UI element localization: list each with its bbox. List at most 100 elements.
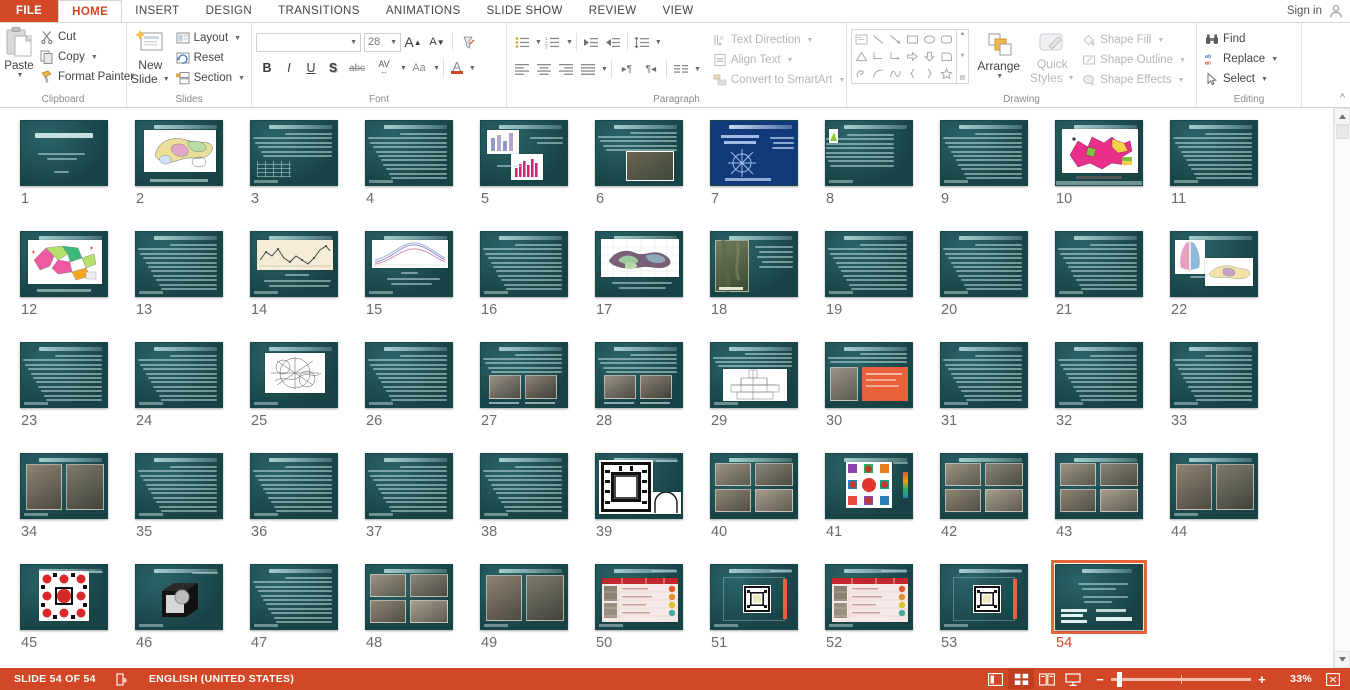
slide-thumbnail-26[interactable]: 26 <box>365 342 480 453</box>
quick-styles-chevron-down-icon[interactable]: ▼ <box>1068 75 1075 82</box>
shape-elbow-arrow-icon[interactable] <box>887 48 904 65</box>
align-center-button[interactable] <box>533 59 555 79</box>
slide-thumbnail-10[interactable]: 10 <box>1055 120 1170 231</box>
slide-thumbnail-37[interactable]: 37 <box>365 453 480 564</box>
shapes-scroll-down-icon[interactable]: ▼ <box>957 53 968 60</box>
slide-thumbnail-38[interactable]: 38 <box>480 453 595 564</box>
slide-thumbnail-image[interactable] <box>940 564 1028 630</box>
shape-textbox-icon[interactable] <box>853 31 870 48</box>
slide-thumbnail-frame[interactable] <box>365 564 453 630</box>
slide-thumbnail-41[interactable]: 41 <box>825 453 940 564</box>
slide-thumbnail-frame[interactable] <box>250 453 338 519</box>
slide-thumbnail-frame[interactable] <box>595 120 683 186</box>
slide-thumbnail-50[interactable]: 50 <box>595 564 710 668</box>
slide-thumbnail-52[interactable]: 52 <box>825 564 940 668</box>
underline-button[interactable]: U <box>300 58 322 78</box>
slide-thumbnail-image[interactable] <box>710 342 798 408</box>
align-left-button[interactable] <box>511 59 533 79</box>
layout-button[interactable]: Layout ▼ <box>172 28 251 48</box>
shape-outline-chevron-down-icon[interactable]: ▼ <box>1179 57 1186 64</box>
slide-thumbnail-frame[interactable] <box>1055 231 1143 297</box>
slide-thumbnail-frame[interactable] <box>365 342 453 408</box>
text-shadow-button[interactable]: S <box>322 58 344 78</box>
slide-thumbnail-image[interactable] <box>710 231 798 297</box>
slide-thumbnail-image[interactable] <box>825 231 913 297</box>
slide-thumbnail-29[interactable]: 29 <box>710 342 825 453</box>
slide-thumbnail-frame[interactable] <box>595 564 683 630</box>
slide-thumbnail-image[interactable] <box>1170 342 1258 408</box>
language-indicator[interactable]: ENGLISH (UNITED STATES) <box>139 668 304 690</box>
tab-review[interactable]: REVIEW <box>576 0 650 22</box>
slide-thumbnail-15[interactable]: 15 <box>365 231 480 342</box>
slide-thumbnail-image[interactable] <box>250 120 338 186</box>
italic-button[interactable]: I <box>278 58 300 78</box>
slide-thumbnail-frame[interactable] <box>135 453 223 519</box>
slide-thumbnail-frame[interactable] <box>710 564 798 630</box>
font-size-input[interactable]: 28 ▼ <box>364 32 401 52</box>
view-reading-button[interactable] <box>1034 669 1060 689</box>
slide-thumbnail-frame[interactable] <box>825 342 913 408</box>
decrease-indent-button[interactable] <box>580 32 602 52</box>
slide-thumbnail-image[interactable] <box>480 120 568 186</box>
shape-down-arrow-icon[interactable] <box>921 48 938 65</box>
slide-thumbnail-image[interactable] <box>250 564 338 630</box>
slide-thumbnail-frame[interactable] <box>940 564 1028 630</box>
slide-thumbnail-36[interactable]: 36 <box>250 453 365 564</box>
slide-thumbnail-47[interactable]: 47 <box>250 564 365 668</box>
shapes-gallery-scroll[interactable]: ▲ ▼ ▤ <box>957 29 969 84</box>
text-direction-button[interactable]: A Text Direction ▼ <box>709 30 852 50</box>
slide-thumbnail-frame[interactable] <box>940 342 1028 408</box>
slide-thumbnail-image[interactable] <box>825 342 913 408</box>
slide-thumbnail-17[interactable]: 17 <box>595 231 710 342</box>
slide-thumbnail-image[interactable] <box>825 453 913 519</box>
slide-thumbnail-22[interactable]: 22 <box>1170 231 1285 342</box>
slide-thumbnail-frame[interactable] <box>710 231 798 297</box>
shape-effects-button[interactable]: Shape Effects ▼ <box>1078 70 1192 90</box>
slide-thumbnail-18[interactable]: 18 <box>710 231 825 342</box>
slide-thumbnail-frame[interactable] <box>250 564 338 630</box>
select-chevron-down-icon[interactable]: ▼ <box>1261 76 1268 83</box>
slide-thumbnail-frame[interactable] <box>940 120 1028 186</box>
slide-thumbnail-image[interactable] <box>250 453 338 519</box>
slide-thumbnail-frame[interactable] <box>250 231 338 297</box>
slide-thumbnail-image[interactable] <box>20 453 108 519</box>
slide-thumbnail-frame[interactable] <box>20 120 108 186</box>
zoom-track[interactable] <box>1111 671 1252 687</box>
slide-thumbnail-frame[interactable] <box>825 453 913 519</box>
font-size-chevron-down-icon[interactable]: ▼ <box>390 39 397 46</box>
slide-thumbnail-frame[interactable] <box>480 231 568 297</box>
shape-triangle-icon[interactable] <box>853 48 870 65</box>
slide-thumbnail-frame[interactable] <box>20 453 108 519</box>
slide-thumbnail-image[interactable] <box>940 453 1028 519</box>
slide-thumbnail-image[interactable] <box>1055 120 1143 186</box>
slide-thumbnail-23[interactable]: 23 <box>20 342 135 453</box>
change-case-chevron-down-icon[interactable]: ▼ <box>433 65 440 72</box>
shape-fill-button[interactable]: Shape Fill ▼ <box>1078 30 1192 50</box>
slide-thumbnail-7[interactable]: 7 <box>710 120 825 231</box>
slide-thumbnail-5[interactable]: 5 <box>480 120 595 231</box>
slide-thumbnail-54[interactable]: 54 <box>1051 560 1170 668</box>
slide-thumbnail-frame[interactable] <box>480 120 568 186</box>
slide-thumbnail-image[interactable] <box>710 453 798 519</box>
slide-thumbnail-image[interactable] <box>20 564 108 630</box>
slide-thumbnail-44[interactable]: 44 <box>1170 453 1285 564</box>
slide-thumbnail-image[interactable] <box>710 120 798 186</box>
clear-formatting-button[interactable] <box>456 32 478 52</box>
slide-thumbnail-image[interactable] <box>135 453 223 519</box>
slide-thumbnail-frame[interactable] <box>365 453 453 519</box>
slide-thumbnail-image[interactable] <box>1055 564 1143 630</box>
slide-thumbnail-frame[interactable] <box>365 120 453 186</box>
slide-thumbnail-image[interactable] <box>480 342 568 408</box>
slide-thumbnail-frame[interactable] <box>940 231 1028 297</box>
slide-thumbnail-14[interactable]: 14 <box>250 231 365 342</box>
scroll-up-button[interactable] <box>1334 108 1350 125</box>
slide-thumbnail-24[interactable]: 24 <box>135 342 250 453</box>
slide-thumbnail-12[interactable]: 12 <box>20 231 135 342</box>
character-spacing-chevron-down-icon[interactable]: ▼ <box>400 65 407 72</box>
numbering-chevron-down-icon[interactable]: ▼ <box>566 39 573 46</box>
character-spacing-button[interactable]: AV ↔ <box>370 58 398 78</box>
slide-thumbnail-frame[interactable] <box>595 231 683 297</box>
slide-counter[interactable]: SLIDE 54 OF 54 <box>4 668 106 690</box>
shape-elbow-connector-icon[interactable] <box>870 48 887 65</box>
slide-thumbnail-frame[interactable] <box>710 120 798 186</box>
